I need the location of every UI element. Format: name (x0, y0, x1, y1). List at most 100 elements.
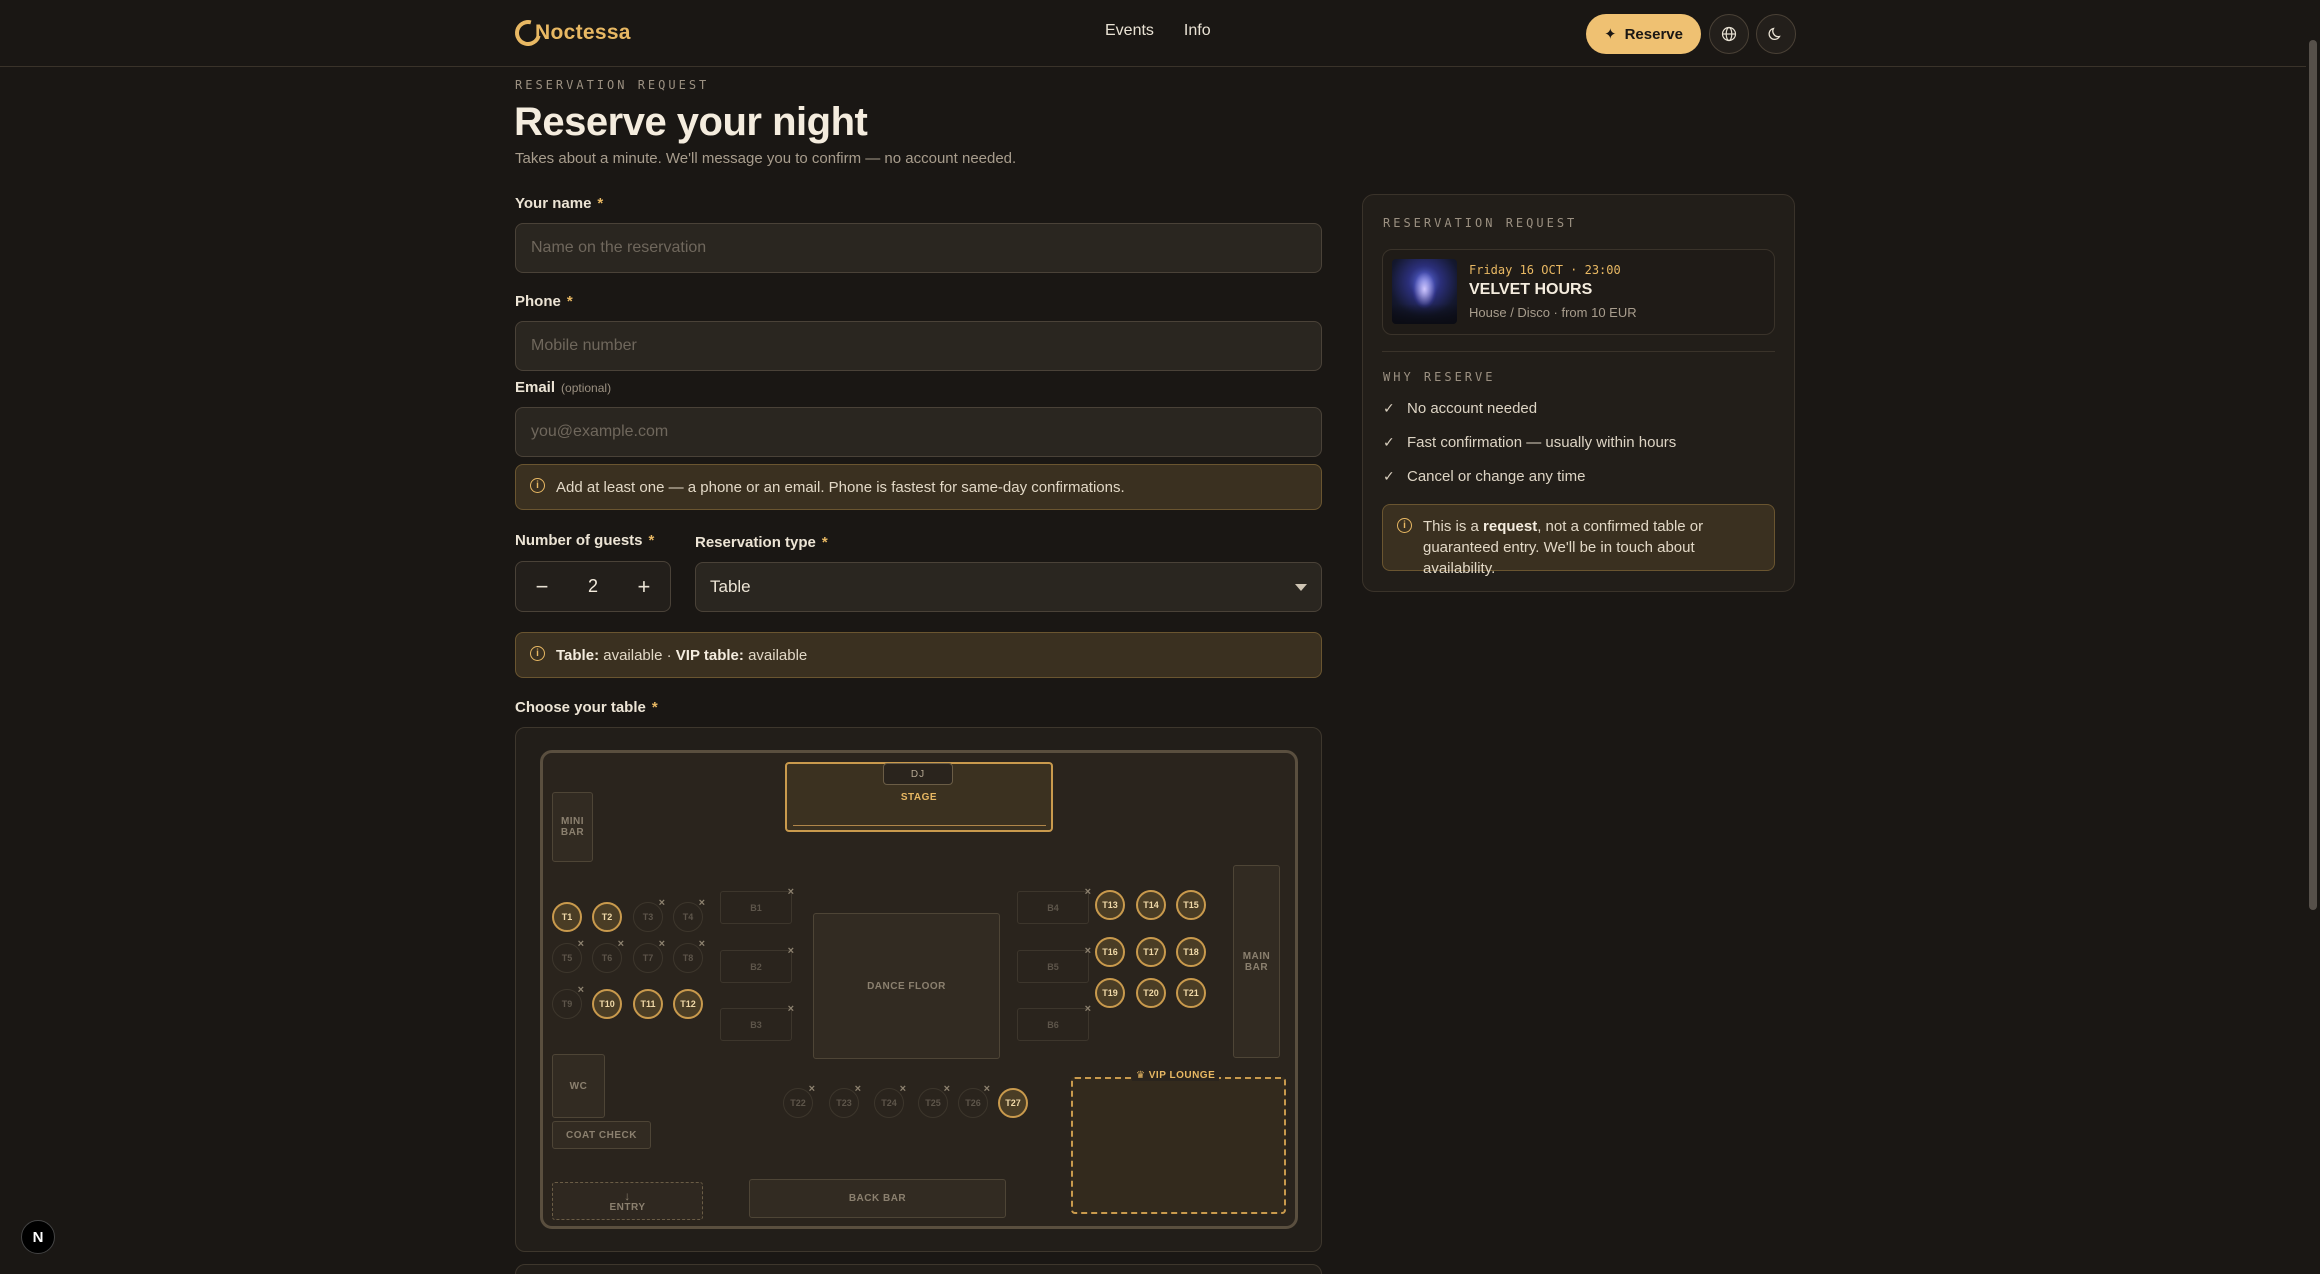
name-label-text: Your name (515, 195, 592, 212)
table-t8: T8 (673, 938, 705, 973)
request-disclaimer: i This is a request, not a confirmed tab… (1382, 504, 1775, 577)
nav-events[interactable]: Events (1105, 22, 1154, 40)
table-t27[interactable]: T27 (998, 1088, 1028, 1118)
table-t22: T22 (783, 1083, 815, 1118)
decrement-button[interactable]: − (532, 574, 552, 600)
type-label-text: Reservation type (695, 534, 816, 551)
availability-note: i Table: available · VIP table: availabl… (515, 632, 1322, 678)
reason-text: No account needed (1407, 400, 1538, 417)
guests-stepper: − 2 + (515, 561, 671, 612)
sparkle-icon: ✦ (1604, 26, 1617, 43)
vip-lounge[interactable] (1071, 1077, 1286, 1214)
email-field[interactable] (515, 407, 1322, 457)
phone-label: Phone * (515, 293, 573, 310)
guests-label-text: Number of guests (515, 532, 643, 549)
disclaimer-bold: request (1483, 518, 1538, 535)
table-t16[interactable]: T16 (1095, 937, 1125, 967)
table-t10[interactable]: T10 (592, 989, 622, 1019)
moon-icon (1768, 27, 1781, 41)
table-t2[interactable]: T2 (592, 902, 622, 932)
table-t7: T7 (633, 938, 665, 973)
required-mark: * (821, 534, 828, 551)
table-t11[interactable]: T11 (633, 989, 663, 1019)
event-name: VELVET HOURS (1469, 281, 1593, 298)
wc: WC (552, 1054, 605, 1118)
name-input[interactable] (516, 224, 1321, 272)
table-t21[interactable]: T21 (1176, 978, 1206, 1008)
table-t14[interactable]: T14 (1136, 890, 1166, 920)
table-t4: T4 (673, 897, 705, 932)
email-label-text: Email (515, 379, 556, 396)
entry: ↓ ENTRY (552, 1182, 703, 1220)
coat-check-label: COAT CHECK (566, 1129, 637, 1141)
table-t17[interactable]: T17 (1136, 937, 1166, 967)
booth-b4: B4 (1017, 886, 1091, 924)
arrow-down-icon: ↓ (624, 1188, 631, 1203)
page-kicker: RESERVATION REQUEST (515, 78, 710, 92)
phone-label-text: Phone (515, 293, 561, 310)
scrollbar[interactable] (2306, 0, 2320, 1274)
why-reserve-kicker: WHY RESERVE (1383, 370, 1496, 384)
reserve-button[interactable]: ✦ Reserve (1586, 14, 1701, 54)
info-icon: i (530, 478, 545, 493)
phone-input[interactable] (516, 322, 1321, 370)
dj-booth: DJ (883, 763, 953, 785)
summary-kicker: RESERVATION REQUEST (1383, 216, 1578, 230)
required-mark: * (597, 195, 604, 212)
booth-b5: B5 (1017, 945, 1091, 983)
reason-text: Fast confirmation — usually within hours (1407, 434, 1677, 451)
dev-badge[interactable]: N (21, 1220, 55, 1254)
reason-item: ✓ Cancel or change any time (1383, 468, 1585, 485)
main-nav: Events Info (1105, 22, 1211, 40)
guests-label: Number of guests * (515, 532, 654, 549)
scrollbar-thumb[interactable] (2309, 40, 2317, 910)
table-t12[interactable]: T12 (673, 989, 703, 1019)
email-label: Email (optional) (515, 379, 611, 396)
dance-floor: DANCE FLOOR (813, 913, 1000, 1059)
guests-value: 2 (587, 576, 598, 596)
table-t18[interactable]: T18 (1176, 937, 1206, 967)
choose-table-label-text: Choose your table (515, 699, 646, 716)
reservation-type-value: Table (710, 577, 751, 596)
theme-toggle-button[interactable] (1756, 14, 1796, 54)
check-icon: ✓ (1383, 468, 1395, 484)
table-t9: T9 (552, 984, 584, 1019)
language-button[interactable] (1709, 14, 1749, 54)
reservation-type-select[interactable]: Table (695, 562, 1322, 612)
nav-info[interactable]: Info (1184, 22, 1211, 40)
optional-mark: (optional) (561, 381, 612, 395)
reserve-button-label: Reserve (1624, 25, 1683, 43)
entry-label: ENTRY (609, 1201, 646, 1213)
main-bar: MAIN BAR (1233, 865, 1280, 1058)
top-header: Noctessa Events Info ✦ Reserve (0, 0, 2320, 67)
table-t15[interactable]: T15 (1176, 890, 1206, 920)
vip-lounge-label: ♛ VIP LOUNGE (1132, 1070, 1220, 1081)
stage-edge (793, 825, 1046, 826)
table-t13[interactable]: T13 (1095, 890, 1125, 920)
divider (1382, 351, 1775, 352)
email-input[interactable] (516, 408, 1321, 456)
globe-icon (1721, 26, 1737, 42)
vip-availability-label: VIP table: (675, 646, 744, 664)
main-bar-label: MAIN BAR (1242, 950, 1271, 973)
increment-button[interactable]: + (634, 574, 654, 600)
brand-logo[interactable]: Noctessa (510, 15, 631, 51)
mini-bar: MINI BAR (552, 792, 593, 862)
mini-bar-label: MINI BAR (560, 816, 585, 838)
table-t6: T6 (592, 938, 624, 973)
contact-note-text: Add at least one — a phone or an email. … (556, 478, 1125, 496)
table-t20[interactable]: T20 (1136, 978, 1166, 1008)
name-field[interactable] (515, 223, 1322, 273)
table-t19[interactable]: T19 (1095, 978, 1125, 1008)
table-t1[interactable]: T1 (552, 902, 582, 932)
reason-item: ✓ Fast confirmation — usually within hour… (1383, 434, 1676, 451)
vip-availability-status: available (748, 646, 808, 664)
table-t23: T23 (829, 1083, 861, 1118)
phone-field[interactable] (515, 321, 1322, 371)
table-t5: T5 (552, 938, 584, 973)
event-date: Friday 16 OCT · 23:00 (1469, 263, 1621, 277)
check-icon: ✓ (1383, 400, 1395, 416)
stage-label: STAGE (900, 792, 938, 803)
event-thumbnail (1392, 259, 1457, 324)
separator: · (666, 646, 672, 664)
